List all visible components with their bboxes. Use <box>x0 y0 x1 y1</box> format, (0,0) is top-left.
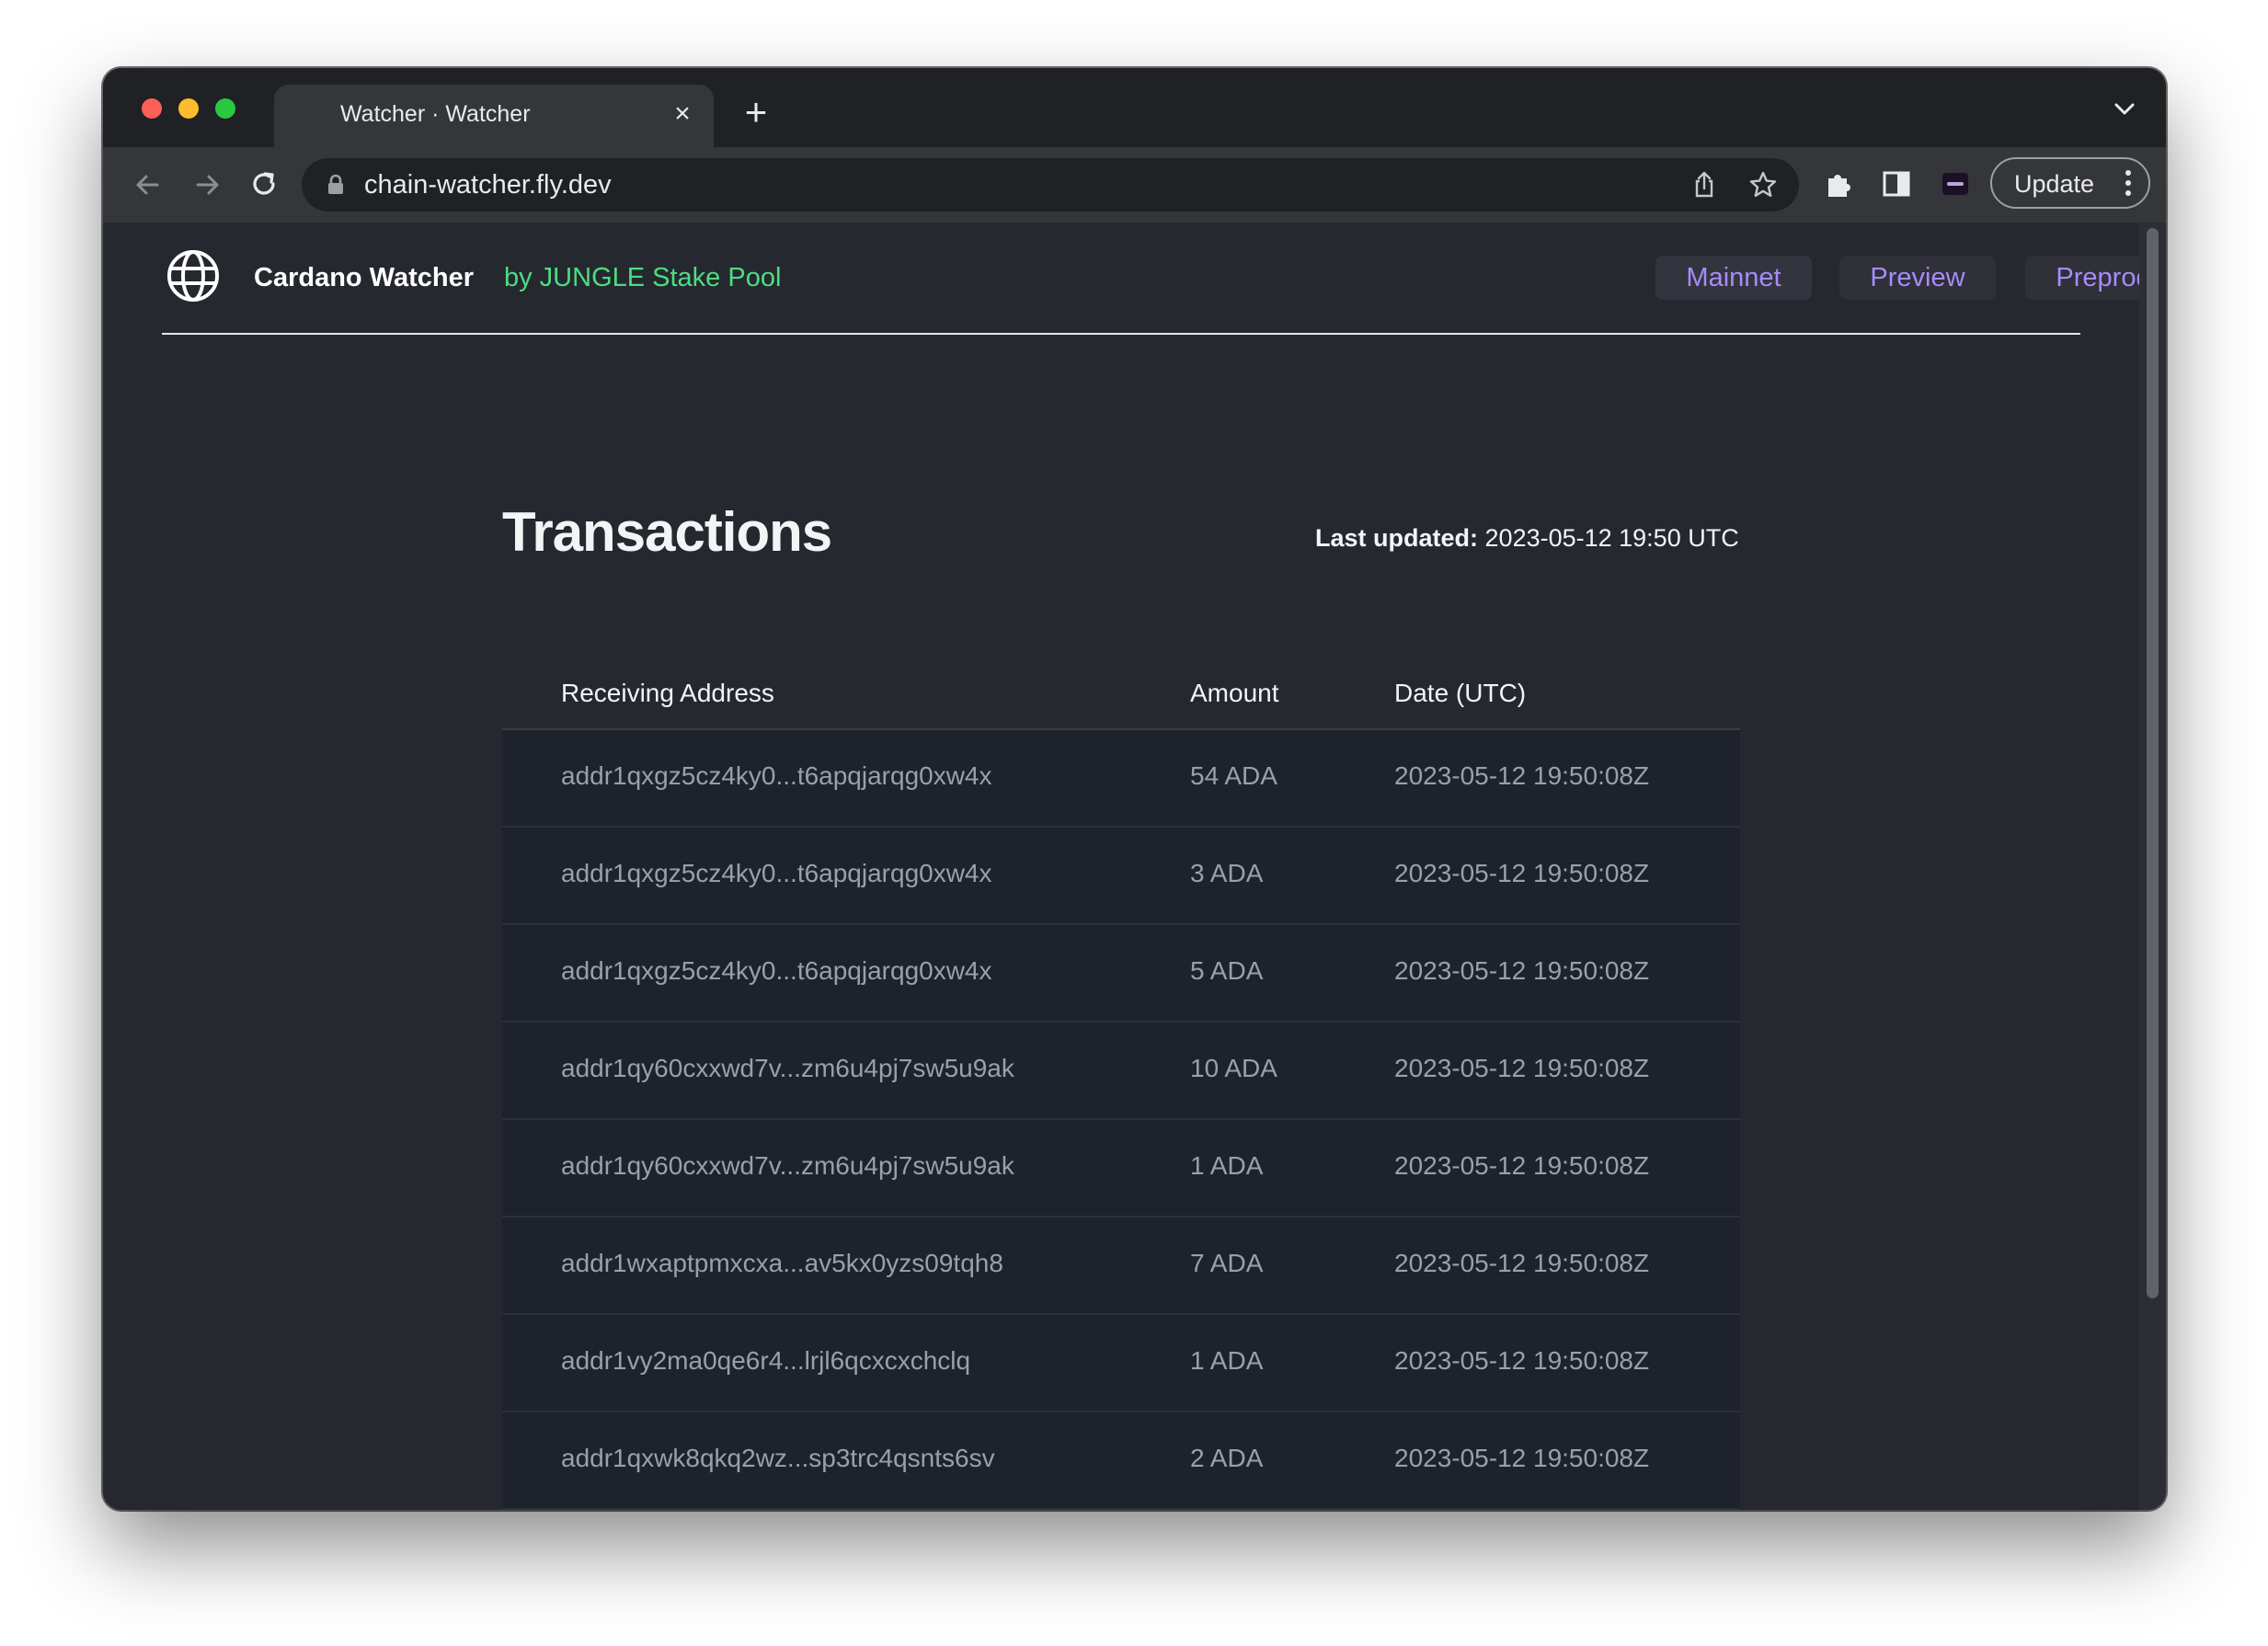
cell-date: 2023-05-12 19:50:08Z <box>1394 956 1650 985</box>
profile-icon[interactable] <box>1937 166 1974 202</box>
table-row: addr1qxgz5cz4ky0...t6apqjarqg0xw4x 5 ADA… <box>502 925 1740 1023</box>
cell-amount: 5 ADA <box>1190 956 1264 985</box>
cell-date: 2023-05-12 19:50:08Z <box>1394 1346 1650 1375</box>
table-row: addr1qxgz5cz4ky0...t6apqjarqg0xw4x 3 ADA… <box>502 828 1740 925</box>
active-tab[interactable]: Watcher · Watcher × <box>274 85 714 147</box>
scrollbar-thumb[interactable] <box>2147 228 2159 1298</box>
minimize-window-button[interactable] <box>178 98 199 119</box>
table-row: addr1vy2ma0qe6r4...lrjl6qcxcxchclq 1 ADA… <box>502 1315 1740 1412</box>
brand-name[interactable]: Cardano Watcher <box>254 263 474 293</box>
cell-amount: 3 ADA <box>1190 859 1264 887</box>
network-preprod-button[interactable]: Preprod <box>2025 256 2139 300</box>
maximize-window-button[interactable] <box>215 98 235 119</box>
table-header: Receiving Address Amount Date (UTC) <box>502 655 1740 730</box>
cell-address: addr1qy60cxxwd7v...zm6u4pj7sw5u9ak <box>561 1151 1014 1180</box>
cell-amount: 1 ADA <box>1190 1151 1264 1180</box>
cell-amount: 54 ADA <box>1190 761 1277 790</box>
url-text[interactable]: chain-watcher.fly.dev <box>364 170 612 200</box>
cell-amount: 2 ADA <box>1190 1444 1264 1472</box>
cell-date: 2023-05-12 19:50:08Z <box>1394 1151 1650 1180</box>
page-scrollbar[interactable] <box>2139 223 2166 1510</box>
update-label: Update <box>2014 170 2095 198</box>
network-preview-button[interactable]: Preview <box>1839 256 1996 300</box>
cell-address: addr1wxaptpmxcxa...av5kx0yzs09tqh8 <box>561 1249 1003 1277</box>
close-window-button[interactable] <box>142 98 162 119</box>
column-header-date: Date (UTC) <box>1394 679 1527 707</box>
back-icon[interactable] <box>127 164 169 206</box>
table-row: addr1qxgz5cz4ky0...t6apqjarqg0xw4x 54 AD… <box>502 730 1740 828</box>
tab-close-icon[interactable]: × <box>666 97 699 131</box>
cell-address: addr1qxgz5cz4ky0...t6apqjarqg0xw4x <box>561 859 992 887</box>
forward-icon[interactable] <box>186 164 228 206</box>
table-row: addr1qxwk8qkq2wz...sp3trc4qsnts6sv 2 ADA… <box>502 1412 1740 1510</box>
network-mainnet-button[interactable]: Mainnet <box>1655 256 1812 300</box>
reload-icon[interactable] <box>243 164 285 206</box>
cell-address: addr1qxgz5cz4ky0...t6apqjarqg0xw4x <box>561 956 992 985</box>
update-button[interactable]: Update <box>1990 157 2150 209</box>
table-row: addr1qy60cxxwd7v...zm6u4pj7sw5u9ak 1 ADA… <box>502 1120 1740 1217</box>
cell-address: addr1vy2ma0qe6r4...lrjl6qcxcxchclq <box>561 1346 971 1375</box>
site-header: Cardano Watcher by JUNGLE Stake Pool Mai… <box>162 223 2139 335</box>
browser-window: Watcher · Watcher × + chain-watcher.fly.… <box>103 68 2166 1510</box>
last-updated: Last updated: 2023-05-12 19:50 UTC <box>1315 524 1739 553</box>
last-updated-value: 2023-05-12 19:50 UTC <box>1484 524 1739 552</box>
cell-amount: 7 ADA <box>1190 1249 1264 1277</box>
browser-toolbar: chain-watcher.fly.dev Update <box>103 147 2166 224</box>
new-tab-button[interactable]: + <box>736 92 776 132</box>
transactions-table: Receiving Address Amount Date (UTC) addr… <box>502 655 1740 1510</box>
column-header-amount: Amount <box>1190 679 1279 707</box>
cell-amount: 10 ADA <box>1190 1054 1277 1082</box>
star-icon[interactable] <box>1747 169 1779 200</box>
address-bar[interactable]: chain-watcher.fly.dev <box>302 158 1799 211</box>
share-icon[interactable] <box>1689 169 1720 200</box>
cell-address: addr1qxgz5cz4ky0...t6apqjarqg0xw4x <box>561 761 992 790</box>
last-updated-label: Last updated: <box>1315 524 1479 552</box>
tab-title: Watcher · Watcher <box>340 101 531 127</box>
lock-icon[interactable] <box>324 173 348 197</box>
column-header-address: Receiving Address <box>561 679 774 707</box>
cell-amount: 1 ADA <box>1190 1346 1264 1375</box>
cell-date: 2023-05-12 19:50:08Z <box>1394 1444 1650 1472</box>
page-title: Transactions <box>502 501 832 563</box>
brand-byline[interactable]: by JUNGLE Stake Pool <box>504 263 781 293</box>
page-content: Cardano Watcher by JUNGLE Stake Pool Mai… <box>103 223 2139 1510</box>
side-panel-icon[interactable] <box>1878 166 1915 202</box>
extensions-icon[interactable] <box>1821 166 1858 202</box>
cell-address: addr1qxwk8qkq2wz...sp3trc4qsnts6sv <box>561 1444 995 1472</box>
globe-icon[interactable] <box>166 248 221 303</box>
cell-date: 2023-05-12 19:50:08Z <box>1394 1249 1650 1277</box>
tab-search-icon[interactable] <box>2109 96 2140 123</box>
cell-date: 2023-05-12 19:50:08Z <box>1394 859 1650 887</box>
cell-date: 2023-05-12 19:50:08Z <box>1394 761 1650 790</box>
table-row: addr1wxaptpmxcxa...av5kx0yzs09tqh8 7 ADA… <box>502 1217 1740 1315</box>
cell-date: 2023-05-12 19:50:08Z <box>1394 1054 1650 1082</box>
tab-strip: Watcher · Watcher × + <box>103 68 2166 147</box>
table-row: addr1qy60cxxwd7v...zm6u4pj7sw5u9ak 10 AD… <box>502 1023 1740 1120</box>
menu-icon[interactable] <box>2125 168 2132 198</box>
cell-address: addr1qy60cxxwd7v...zm6u4pj7sw5u9ak <box>561 1054 1014 1082</box>
